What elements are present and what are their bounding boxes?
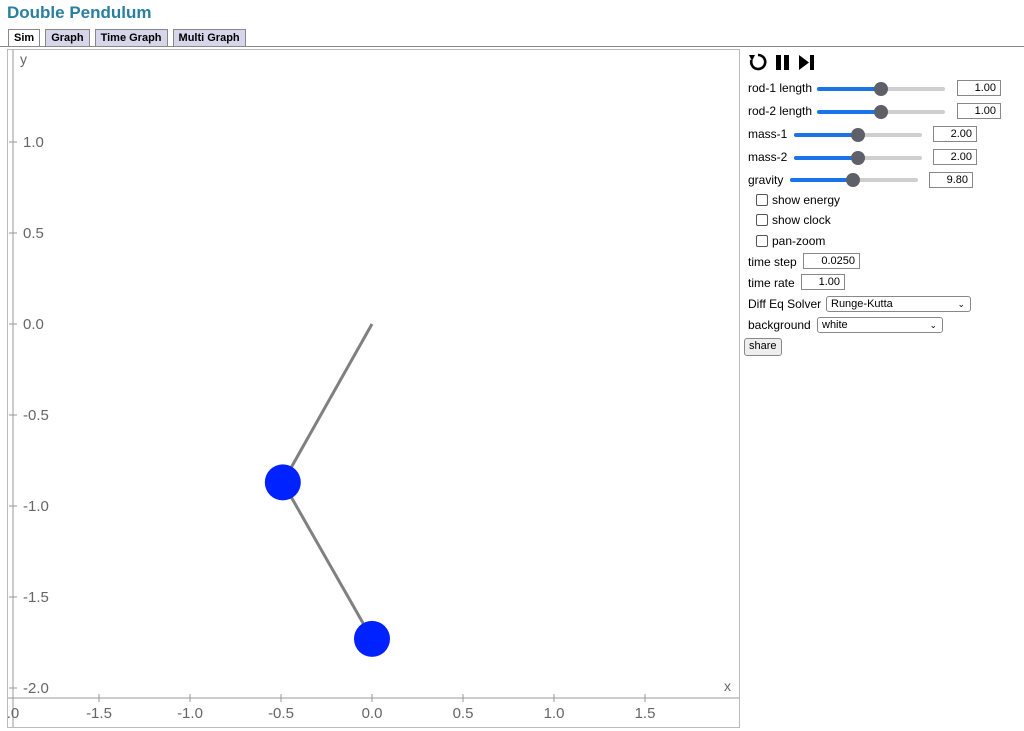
pan-zoom-checkbox[interactable]: pan-zoom — [756, 234, 825, 248]
rod-1-length-input[interactable]: 1.00 — [957, 80, 1001, 96]
tab-sim[interactable]: Sim — [8, 29, 41, 47]
tab-bar: Sim Graph Time Graph Multi Graph — [8, 29, 246, 47]
time-step-label: time step — [748, 255, 797, 269]
time-step-input[interactable]: 0.0250 — [803, 253, 860, 269]
slider-label: gravity — [748, 173, 784, 187]
x-tick-label: .0 — [8, 705, 19, 722]
slider-row-rod-1-length: rod-1 length — [748, 81, 812, 95]
slider-thumb[interactable] — [851, 128, 865, 142]
time-step-row: time step — [748, 255, 797, 269]
time-rate-input[interactable]: 1.00 — [801, 274, 845, 290]
time-rate-row: time rate — [748, 276, 795, 290]
x-axis-label: x — [724, 678, 731, 694]
y-tick-label: -2.0 — [23, 680, 49, 697]
y-tick-label: 1.0 — [23, 134, 44, 151]
slider-row-gravity: gravity — [748, 173, 783, 187]
mass-2-slider[interactable] — [794, 151, 922, 165]
y-axis-label: y — [20, 51, 27, 67]
step-icon[interactable] — [798, 52, 816, 72]
chevron-down-icon: ⌄ — [929, 320, 937, 330]
plot-svg: y x .0 -1.5 -1.0 -0.5 0.0 0.5 1.0 1.5 1.0 0.5 0.0… — [8, 50, 739, 727]
slider-label: rod-2 length — [748, 104, 813, 118]
y-tick-label: 0.5 — [23, 225, 44, 242]
background-label: background — [748, 318, 811, 332]
rod-2-length-slider[interactable] — [817, 105, 945, 119]
x-tick-label: 0.5 — [453, 705, 474, 722]
tab-graph[interactable]: Graph — [45, 29, 90, 46]
pause-icon[interactable] — [774, 52, 792, 72]
rod-2-length-input[interactable]: 1.00 — [957, 103, 1001, 119]
gravity-slider[interactable] — [790, 173, 918, 187]
rod-1-length-slider[interactable] — [817, 82, 945, 96]
checkbox-box[interactable] — [756, 235, 768, 247]
show-energy-checkbox[interactable]: show energy — [756, 193, 840, 207]
slider-thumb[interactable] — [874, 105, 888, 119]
slider-thumb[interactable] — [874, 82, 888, 96]
slider-row-mass-1: mass-1 — [748, 127, 787, 141]
mass-2-input[interactable]: 2.00 — [933, 149, 977, 165]
tab-multi-graph[interactable]: Multi Graph — [172, 29, 246, 46]
slider-row-rod-2-length: rod-2 length — [748, 104, 812, 118]
restart-icon[interactable] — [748, 52, 768, 72]
slider-row-mass-2: mass-2 — [748, 150, 787, 164]
y-tick-label: -1.0 — [23, 498, 49, 515]
y-tick-label: 0.0 — [23, 316, 44, 333]
slider-label: rod-1 length — [748, 81, 813, 95]
rod-2 — [281, 481, 374, 640]
background-select[interactable]: white ⌄ — [817, 317, 943, 333]
mass-1-slider[interactable] — [794, 128, 922, 142]
chevron-down-icon: ⌄ — [957, 299, 965, 309]
gravity-input[interactable]: 9.80 — [929, 172, 973, 188]
simulation-canvas[interactable]: y x .0 -1.5 -1.0 -0.5 0.0 0.5 1.0 1.5 1.0 0.5 0.0… — [7, 49, 740, 728]
time-rate-label: time rate — [748, 276, 795, 290]
playback-controls — [748, 52, 816, 72]
checkbox-label: pan-zoom — [772, 234, 826, 248]
checkbox-box[interactable] — [756, 214, 768, 226]
slider-thumb[interactable] — [845, 173, 860, 187]
share-button[interactable]: share — [744, 338, 782, 356]
checkbox-box[interactable] — [756, 194, 768, 206]
mass-1-input[interactable]: 2.00 — [933, 126, 977, 142]
slider-label: mass-1 — [748, 127, 788, 141]
solver-value: Runge-Kutta — [831, 298, 893, 310]
x-tick-label: -0.5 — [268, 705, 294, 722]
x-tick-label: -1.5 — [86, 705, 112, 722]
y-tick-label: -0.5 — [23, 407, 49, 424]
tab-divider — [0, 46, 1024, 47]
solver-select[interactable]: Runge-Kutta ⌄ — [826, 296, 971, 312]
checkbox-label: show clock — [772, 213, 831, 227]
slider-thumb[interactable] — [851, 151, 865, 165]
bob-2[interactable] — [354, 620, 390, 657]
show-clock-checkbox[interactable]: show clock — [756, 213, 831, 227]
background-row: background — [748, 318, 811, 332]
rod-1 — [281, 323, 374, 484]
background-value: white — [822, 319, 848, 331]
slider-label: mass-2 — [748, 150, 788, 164]
pendulum — [264, 323, 390, 657]
bob-1[interactable] — [264, 464, 301, 501]
app-title: Double Pendulum — [7, 3, 152, 22]
x-tick-label: 1.5 — [635, 705, 656, 722]
y-tick-label: -1.5 — [23, 589, 49, 606]
solver-row: Diff Eq Solver — [748, 297, 821, 311]
solver-label: Diff Eq Solver — [748, 297, 822, 311]
tab-time-graph[interactable]: Time Graph — [94, 29, 168, 46]
x-tick-label: 1.0 — [544, 705, 565, 722]
x-tick-label: -1.0 — [177, 705, 203, 722]
x-tick-label: 0.0 — [362, 705, 383, 722]
checkbox-label: show energy — [772, 193, 841, 207]
